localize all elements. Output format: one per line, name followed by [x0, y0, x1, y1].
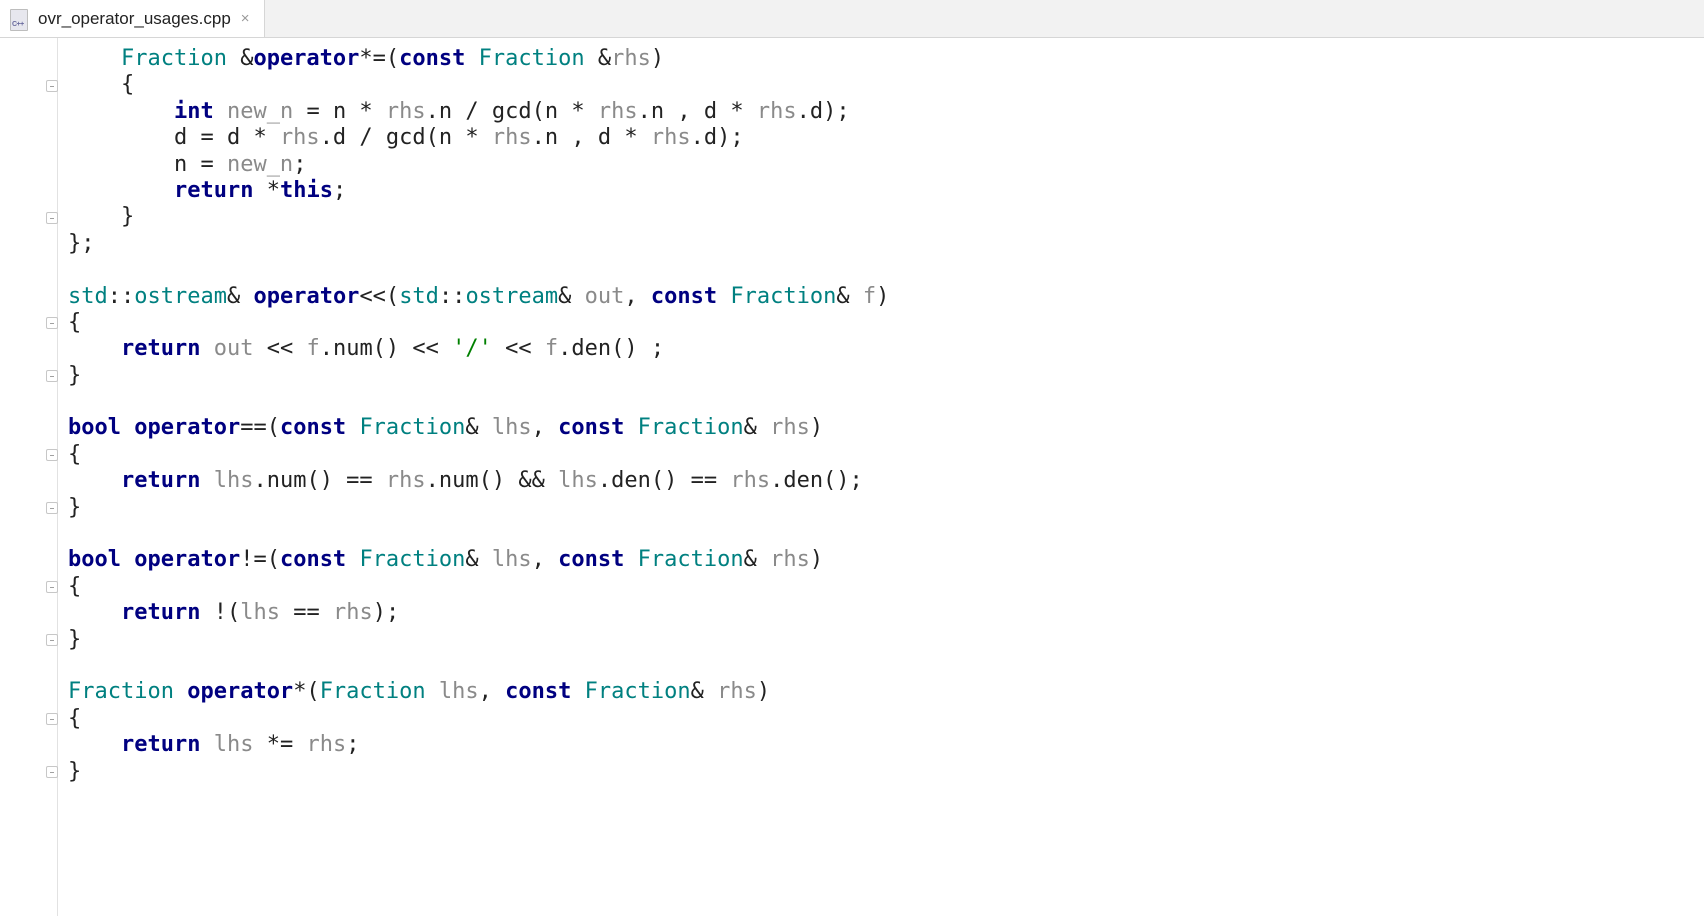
- code-line[interactable]: return !(lhs == rhs);: [68, 600, 1704, 626]
- code-line[interactable]: bool operator!=(const Fraction& lhs, con…: [68, 547, 1704, 573]
- code-line[interactable]: };: [68, 231, 1704, 257]
- code-line[interactable]: }: [68, 759, 1704, 785]
- fold-toggle-icon[interactable]: [46, 634, 58, 646]
- code-line[interactable]: }: [68, 204, 1704, 230]
- code-line[interactable]: {: [68, 442, 1704, 468]
- code-line[interactable]: [68, 389, 1704, 415]
- code-line[interactable]: [68, 653, 1704, 679]
- code-view[interactable]: Fraction &operator*=(const Fraction &rhs…: [58, 38, 1704, 916]
- code-line[interactable]: {: [68, 574, 1704, 600]
- code-line[interactable]: [68, 257, 1704, 283]
- code-line[interactable]: Fraction &operator*=(const Fraction &rhs…: [68, 46, 1704, 72]
- fold-toggle-icon[interactable]: [46, 713, 58, 725]
- fold-toggle-icon[interactable]: [46, 212, 58, 224]
- fold-toggle-icon[interactable]: [46, 370, 58, 382]
- fold-toggle-icon[interactable]: [46, 80, 58, 92]
- editor-area: Fraction &operator*=(const Fraction &rhs…: [0, 38, 1704, 916]
- tab-bar: ovr_operator_usages.cpp ×: [0, 0, 1704, 38]
- gutter: [0, 38, 58, 916]
- code-line[interactable]: return lhs *= rhs;: [68, 732, 1704, 758]
- fold-toggle-icon[interactable]: [46, 766, 58, 778]
- code-line[interactable]: Fraction operator*(Fraction lhs, const F…: [68, 679, 1704, 705]
- code-line[interactable]: bool operator==(const Fraction& lhs, con…: [68, 415, 1704, 441]
- tab-filename: ovr_operator_usages.cpp: [38, 9, 231, 29]
- code-line[interactable]: {: [68, 706, 1704, 732]
- cpp-file-icon: [10, 9, 28, 29]
- code-line[interactable]: d = d * rhs.d / gcd(n * rhs.n , d * rhs.…: [68, 125, 1704, 151]
- code-line[interactable]: return *this;: [68, 178, 1704, 204]
- code-line[interactable]: {: [68, 72, 1704, 98]
- code-line[interactable]: }: [68, 363, 1704, 389]
- code-line[interactable]: n = new_n;: [68, 152, 1704, 178]
- fold-toggle-icon[interactable]: [46, 502, 58, 514]
- code-line[interactable]: }: [68, 495, 1704, 521]
- fold-toggle-icon[interactable]: [46, 449, 58, 461]
- fold-toggle-icon[interactable]: [46, 581, 58, 593]
- fold-toggle-icon[interactable]: [46, 317, 58, 329]
- code-line[interactable]: return lhs.num() == rhs.num() && lhs.den…: [68, 468, 1704, 494]
- file-tab[interactable]: ovr_operator_usages.cpp ×: [0, 0, 265, 37]
- code-line[interactable]: std::ostream& operator<<(std::ostream& o…: [68, 284, 1704, 310]
- close-icon[interactable]: ×: [241, 11, 250, 26]
- code-line[interactable]: }: [68, 627, 1704, 653]
- code-line[interactable]: [68, 521, 1704, 547]
- code-line[interactable]: int new_n = n * rhs.n / gcd(n * rhs.n , …: [68, 99, 1704, 125]
- code-line[interactable]: {: [68, 310, 1704, 336]
- code-line[interactable]: return out << f.num() << '/' << f.den() …: [68, 336, 1704, 362]
